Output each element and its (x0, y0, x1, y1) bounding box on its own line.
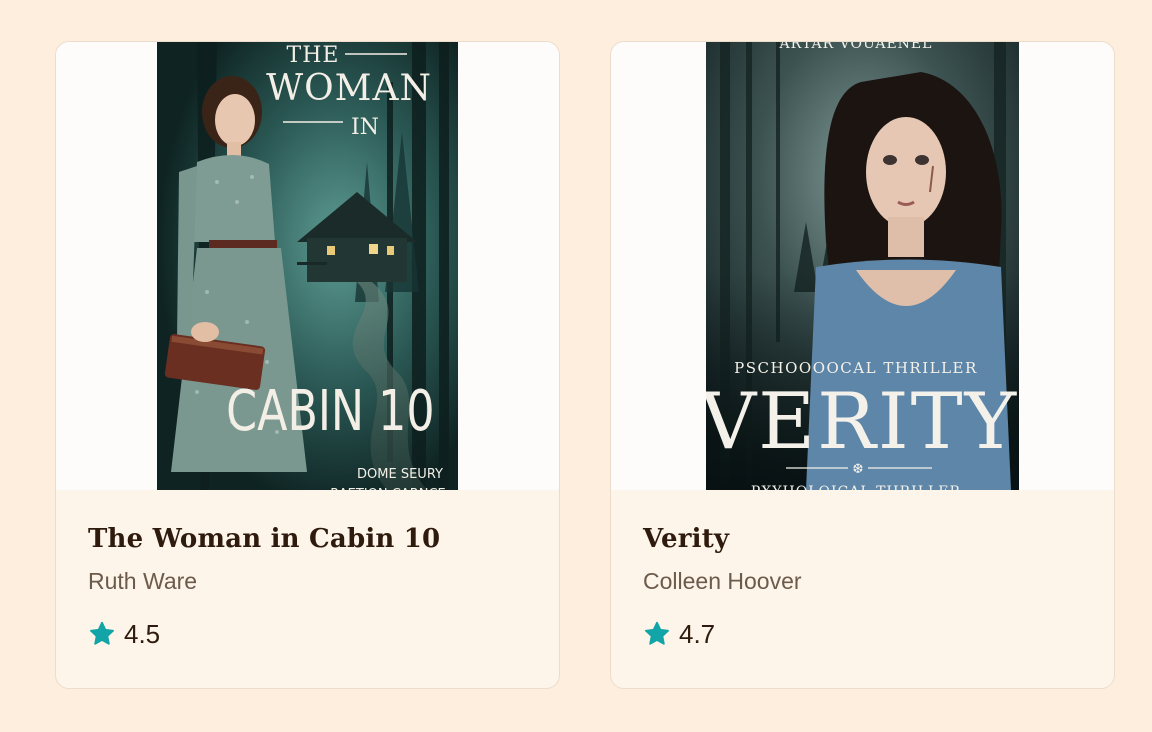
book-rating: 4.5 (88, 619, 527, 650)
cover-area: THE WOMAN IN CABIN 10 DOME SEURY RAETION… (56, 42, 559, 490)
book-author: Colleen Hoover (643, 568, 802, 595)
book-card[interactable]: THE WOMAN IN CABIN 10 DOME SEURY RAETION… (55, 41, 560, 689)
star-icon (90, 622, 114, 645)
svg-text:PSCHOOOOCAL THRILLER: PSCHOOOOCAL THRILLER (734, 359, 978, 377)
book-cover-image[interactable]: ARTAR VOUAENEL PSCHOOOOCAL THRILLER VERI… (706, 42, 1019, 490)
svg-text:❆: ❆ (853, 462, 864, 477)
book-title[interactable]: The Woman in Cabin 10 (88, 524, 527, 555)
cover-area: ARTAR VOUAENEL PSCHOOOOCAL THRILLER VERI… (611, 42, 1114, 490)
rating-value: 4.5 (124, 618, 161, 649)
svg-text:IN: IN (351, 115, 379, 140)
rating-value: 4.7 (679, 618, 716, 649)
book-card[interactable]: ARTAR VOUAENEL PSCHOOOOCAL THRILLER VERI… (610, 41, 1115, 689)
svg-text:PXYHOLOICAL THRILLER: PXYHOLOICAL THRILLER (751, 484, 961, 490)
svg-text:VERITY: VERITY (706, 377, 1018, 467)
svg-text:DOME SEURY: DOME SEURY (357, 467, 443, 482)
book-grid: THE WOMAN IN CABIN 10 DOME SEURY RAETION… (55, 41, 1115, 689)
book-author: Ruth Ware (88, 568, 198, 595)
star-icon (645, 622, 669, 645)
book-title[interactable]: Verity (643, 524, 1082, 555)
cover-text: THE (287, 43, 340, 68)
svg-text:RAETION CARNCE: RAETION CARNCE (330, 487, 446, 490)
svg-text:CABIN 10: CABIN 10 (226, 379, 434, 444)
book-cover-image[interactable]: THE WOMAN IN CABIN 10 DOME SEURY RAETION… (157, 42, 458, 490)
svg-text:ARTAR VOUAENEL: ARTAR VOUAENEL (779, 42, 933, 52)
svg-text:WOMAN: WOMAN (266, 68, 432, 109)
book-rating: 4.7 (643, 619, 1082, 650)
book-info: Verity Colleen Hoover 4.7 (611, 490, 1114, 650)
book-info: The Woman in Cabin 10 Ruth Ware 4.5 (56, 490, 559, 650)
